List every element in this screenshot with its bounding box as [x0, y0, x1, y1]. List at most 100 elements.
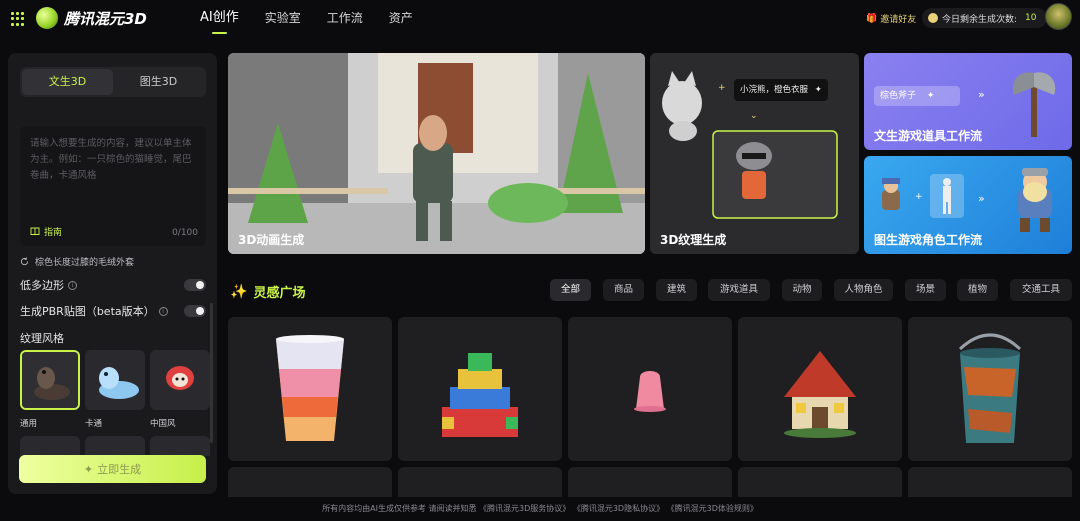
axe-image	[1012, 72, 1056, 137]
quota-badge: 今日剩余生成次数: 10	[922, 8, 1047, 28]
texture-prompt-text: 小浣熊，橙色衣服	[740, 85, 809, 95]
generate-label: 立即生成	[97, 463, 142, 476]
banner-3d-texture[interactable]: 小浣熊，橙色衣服 ✦ + ⌄ 3D纹理生成	[650, 53, 859, 254]
texture-prompt-tag: 小浣熊，橙色衣服 ✦	[734, 79, 828, 101]
tab-text-to-3d[interactable]: 文生3D	[22, 69, 113, 95]
generate-button[interactable]: ✦ 立即生成	[19, 455, 206, 483]
sparkle-icon: ✦	[83, 462, 94, 476]
banner-3d-animation[interactable]: 3D动画生成	[228, 53, 645, 254]
pbr-toggle[interactable]	[184, 305, 206, 317]
info-icon[interactable]: i	[158, 306, 168, 316]
prompt-placeholder: 请输入想要生成的内容，建议以单主体为主。例如：一只棕色的猫睡觉，尾巴卷曲，卡通风…	[30, 138, 192, 181]
footer-disclaimer: 所有内容均由AI生成仅供参考 请阅读并知悉 《腾讯混元3D服务协议》 《腾讯混元…	[322, 504, 758, 513]
style-name-general: 通用	[20, 419, 38, 429]
inspiration-header: ✨ 灵感广场	[230, 282, 305, 302]
style-name-cartoon: 卡通	[85, 419, 103, 429]
banner-character-workflow[interactable]: + » 图生游戏角色工作流	[864, 156, 1072, 254]
user-avatar[interactable]	[1045, 3, 1072, 30]
apps-grid-icon[interactable]	[11, 12, 25, 26]
texture-styles	[20, 350, 210, 410]
gallery-card[interactable]	[228, 467, 392, 497]
invite-label: 邀请好友	[880, 15, 917, 25]
cup-model-image	[276, 335, 344, 441]
seal-icon	[150, 350, 210, 410]
nav-lab[interactable]: 实验室	[265, 0, 301, 40]
bell-model-image	[634, 371, 666, 412]
option-low-poly: 低多边形 i	[20, 277, 206, 293]
nav-workflow[interactable]: 工作流	[327, 0, 363, 40]
gallery-card[interactable]	[228, 317, 392, 461]
gallery-card[interactable]	[738, 467, 902, 497]
gallery-card[interactable]	[398, 317, 562, 461]
sparkle-icon: ✨	[230, 283, 248, 300]
pose-thumbnail	[930, 174, 964, 218]
gallery-card[interactable]	[908, 317, 1072, 461]
sparkle-icon: ✦	[926, 91, 935, 101]
gallery-card[interactable]	[568, 317, 732, 461]
prompt-input[interactable]: 请输入想要生成的内容，建议以单主体为主。例如：一只棕色的猫睡觉，尾巴卷曲，卡通风…	[20, 126, 206, 246]
filter-plants[interactable]: 植物	[957, 279, 998, 301]
top-bar: 腾讯混元3D AI创作 实验室 工作流 资产 🎁 邀请好友 今日剩余生成次数: …	[0, 0, 1080, 40]
pose-figure-image	[943, 178, 951, 214]
guide-label: 指南	[44, 228, 63, 238]
house-model-image	[784, 351, 856, 438]
nav-assets[interactable]: 资产	[389, 0, 413, 40]
guide-link[interactable]: 指南	[30, 225, 62, 238]
prop-prompt-tag: 棕色斧子 ✦	[874, 86, 960, 106]
banner-char-label: 图生游戏角色工作流	[874, 233, 983, 247]
filter-vehicles[interactable]: 交通工具	[1010, 279, 1072, 301]
seal-icon	[85, 350, 145, 410]
banner-texture-label: 3D纹理生成	[660, 233, 727, 247]
nav-ai-create[interactable]: AI创作	[200, 0, 239, 40]
filter-game-props[interactable]: 游戏道具	[708, 279, 770, 301]
main-nav: AI创作 实验室 工作流 资产	[200, 0, 413, 40]
double-chevron-right-icon: »	[978, 192, 985, 205]
style-card-cartoon[interactable]	[85, 350, 145, 410]
prompt-suggestion[interactable]: 棕色长度过膝的毛绒外套	[20, 255, 134, 268]
pbr-label: 生成PBR贴图（beta版本）	[20, 305, 155, 318]
dwarf-image	[882, 178, 900, 210]
banner-prop-label: 文生游戏道具工作流	[874, 129, 983, 143]
logo[interactable]: 腾讯混元3D	[36, 7, 147, 29]
info-icon[interactable]: i	[68, 280, 77, 290]
seal-icon	[22, 352, 78, 408]
banner-prop-workflow[interactable]: 棕色斧子 ✦ » 文生游戏道具工作流	[864, 53, 1072, 150]
tab-image-to-3d[interactable]: 图生3D	[113, 69, 204, 95]
sparkle-icon: ✦	[814, 85, 822, 95]
filter-characters[interactable]: 人物角色	[834, 279, 893, 301]
gallery-card[interactable]	[568, 467, 732, 497]
style-card-general[interactable]	[20, 350, 80, 410]
logo-icon	[36, 7, 58, 29]
gallery-card[interactable]	[738, 317, 902, 461]
quota-value: 10	[1025, 13, 1037, 23]
low-poly-label: 低多边形	[20, 279, 64, 292]
logo-text: 腾讯混元3D	[64, 9, 147, 28]
filter-all[interactable]: 全部	[550, 279, 591, 301]
rusty-bucket-model-image	[958, 333, 1022, 443]
create-panel: 文生3D 图生3D 请输入想要生成的内容，建议以单主体为主。例如：一只棕色的猫睡…	[8, 53, 217, 494]
plus-icon: +	[915, 192, 923, 202]
book-icon	[30, 227, 40, 236]
texture-styles-row2	[20, 436, 210, 456]
quota-label: 今日剩余生成次数:	[942, 14, 1018, 25]
blocks-castle-model-image	[442, 353, 518, 437]
style-card-chinese[interactable]	[150, 350, 210, 410]
low-poly-toggle[interactable]	[184, 279, 206, 291]
gallery-card[interactable]	[398, 467, 562, 497]
animation-scene-image	[228, 53, 645, 254]
mode-tabs: 文生3D 图生3D	[20, 67, 206, 97]
filter-architecture[interactable]: 建筑	[656, 279, 697, 301]
refresh-icon	[20, 257, 29, 266]
gallery-card[interactable]	[908, 467, 1072, 497]
filter-animals[interactable]: 动物	[782, 279, 822, 301]
filter-goods[interactable]: 商品	[603, 279, 644, 301]
double-chevron-right-icon: »	[978, 88, 985, 101]
filter-scenes[interactable]: 场景	[905, 279, 946, 301]
invite-button[interactable]: 🎁 邀请好友	[866, 12, 917, 26]
gift-icon: 🎁	[866, 13, 878, 24]
coin-icon	[928, 13, 938, 23]
banner-anim-label: 3D动画生成	[238, 233, 305, 247]
panel-scrollbar[interactable]	[210, 303, 213, 443]
texture-style-title: 纹理风格	[20, 332, 64, 345]
char-count: 0/100	[172, 228, 198, 238]
